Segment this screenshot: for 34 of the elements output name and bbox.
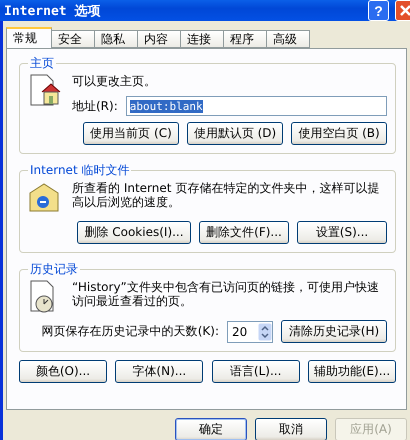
tab[interactable]: 连接 (180, 30, 224, 48)
tab[interactable]: 内容 (137, 30, 181, 48)
home-page-button[interactable]: 使用空白页 (B) (291, 122, 387, 145)
house-page-icon (28, 74, 62, 108)
temp-files-button[interactable]: 删除 Cookies(I)... (77, 221, 191, 244)
tab[interactable]: 常规 (6, 27, 52, 48)
group-title: 历史记录 (29, 261, 79, 278)
days-label: 网页保存在历史记录中的天数(K): (42, 323, 219, 340)
tab[interactable]: 高级 (266, 30, 310, 48)
dialog-button[interactable]: 取消 (255, 418, 327, 440)
address-field[interactable]: about:blank (126, 96, 387, 116)
address-label: 地址(R): (72, 98, 118, 114)
home-page-button[interactable]: 使用当前页 (C) (83, 122, 179, 145)
settings-button[interactable]: 颜色(O)... (19, 360, 107, 383)
description-text: 可以更改主页。 (72, 74, 157, 88)
close-button[interactable] (395, 0, 410, 21)
tab[interactable]: 安全 (51, 30, 95, 48)
help-button[interactable]: ? (368, 0, 389, 21)
temp-files-button[interactable]: 设置(S)... (297, 221, 387, 244)
group-title: 主页 (29, 55, 55, 72)
home-page-button[interactable]: 使用默认页 (D) (187, 122, 283, 145)
settings-button[interactable]: 辅助功能(E)... (308, 360, 396, 383)
temp-files-button[interactable]: 删除文件(F)... (199, 221, 289, 244)
settings-button[interactable]: 语言(L)... (212, 360, 300, 383)
dialog-button[interactable]: 确定 (175, 418, 247, 440)
days-spinner[interactable]: 20 (227, 320, 273, 342)
tab[interactable]: 隐私 (94, 30, 138, 48)
description-text: 所查看的 Internet 页存储在特定的文件夹中，这样可以提高以后浏览的速度。 (72, 181, 380, 209)
description-text: “History”文件夹中包含有已访问页的链接，可使用户快速访问最近查看过的页。 (72, 280, 380, 308)
tab[interactable]: 程序 (223, 30, 267, 48)
window-title: Internet 选项 (4, 2, 102, 20)
settings-button[interactable]: 字体(N)... (115, 360, 204, 383)
clear-history-button[interactable]: 清除历史记录(H) (281, 320, 387, 343)
group-title: Internet 临时文件 (29, 162, 130, 179)
